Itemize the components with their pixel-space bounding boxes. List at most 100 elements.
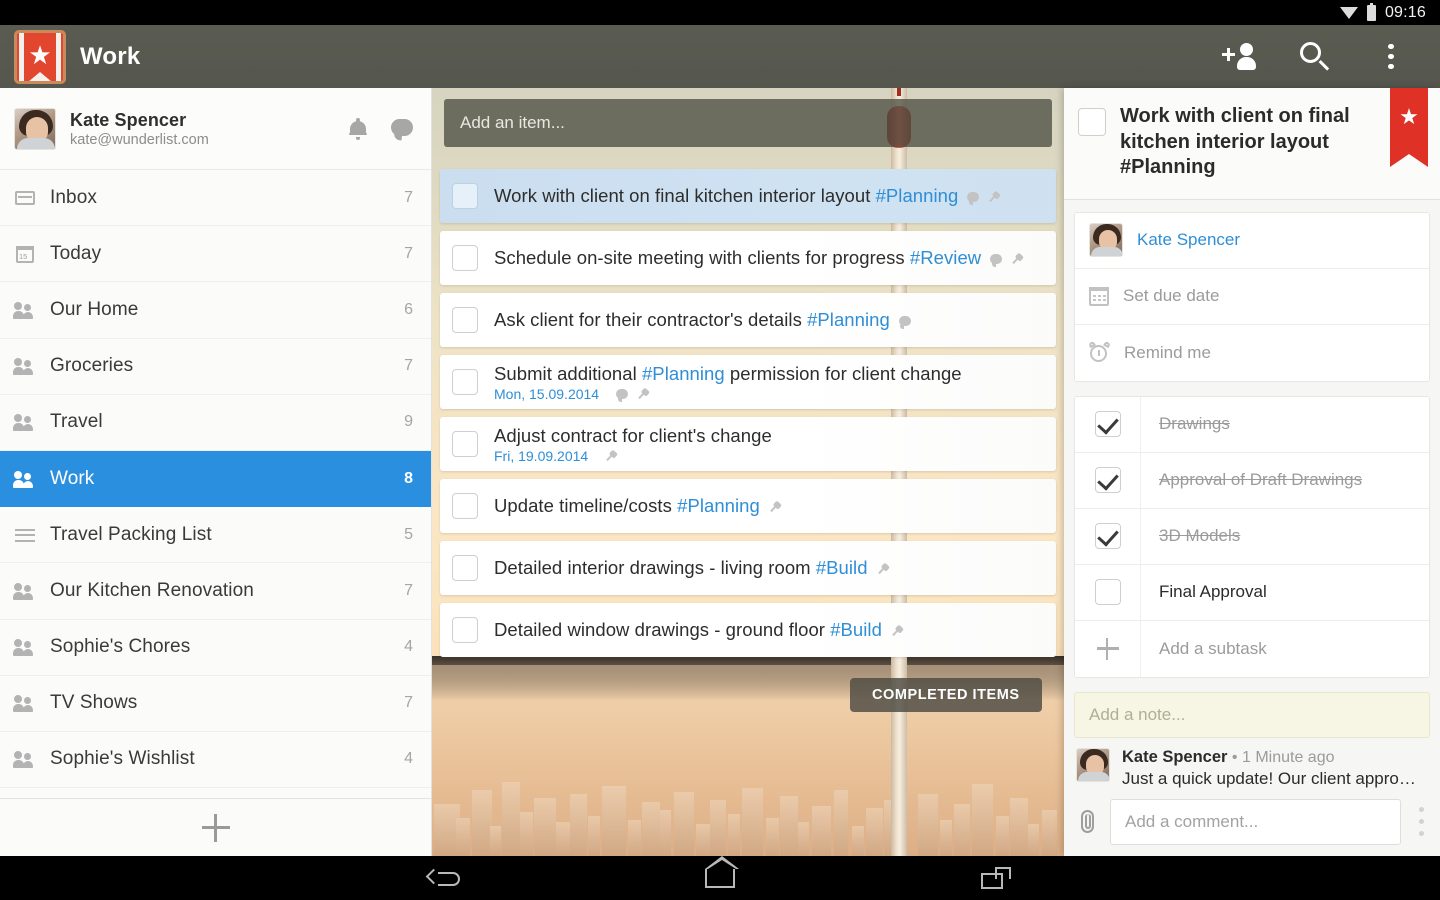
task-title: Schedule on-site meeting with clients fo… <box>494 247 1023 269</box>
task-row[interactable]: Submit additional #Planning permission f… <box>440 355 1056 409</box>
assignee-row[interactable]: Kate Spencer <box>1075 213 1429 269</box>
overflow-menu-icon <box>1388 44 1394 70</box>
task-checkbox[interactable] <box>452 493 478 519</box>
completed-items-button[interactable]: COMPLETED ITEMS <box>850 678 1042 712</box>
comment-overflow-menu-icon[interactable] <box>1411 807 1432 836</box>
subtask-row[interactable]: Approval of Draft Drawings <box>1075 453 1429 509</box>
chat-bubble-icon[interactable] <box>391 119 413 139</box>
calendar-icon: 15 <box>14 244 36 264</box>
nav-recents-button[interactable] <box>968 861 1024 895</box>
task-row[interactable]: Work with client on final kitchen interi… <box>440 169 1056 223</box>
subtask-checkbox-cell[interactable] <box>1075 453 1141 508</box>
sidebar-item-work[interactable]: Work8 <box>0 451 431 507</box>
app-root: 09:16 ★ Work <box>0 0 1440 900</box>
task-row[interactable]: Update timeline/costs #Planning <box>440 479 1056 533</box>
sidebar-item-today[interactable]: 15Today7 <box>0 226 431 282</box>
sidebar-item-label: Groceries <box>50 355 133 377</box>
star-ribbon-icon[interactable]: ★ <box>1390 88 1428 154</box>
task-meta <box>877 563 889 575</box>
task-checkbox[interactable] <box>452 369 478 395</box>
add-subtask-label: Add a subtask <box>1141 621 1267 677</box>
sidebar-item-our-home[interactable]: Our Home6 <box>0 282 431 338</box>
paperclip-icon[interactable] <box>1076 809 1100 835</box>
subtask-row[interactable]: Drawings <box>1075 397 1429 453</box>
task-row[interactable]: Adjust contract for client's changeFri, … <box>440 417 1056 471</box>
task-scroll-area[interactable]: Add an item... Work with client on final… <box>432 88 1064 856</box>
profile-text: Kate Spencer kate@wunderlist.com <box>70 110 209 148</box>
sidebar-item-label: Today <box>50 243 101 265</box>
task-checkbox[interactable] <box>452 307 478 333</box>
pin-icon <box>766 499 783 516</box>
task-row[interactable]: Schedule on-site meeting with clients fo… <box>440 231 1056 285</box>
sidebar-list-container: Inbox715Today7Our Home6Groceries7Travel9… <box>0 170 431 798</box>
nav-home-button[interactable] <box>692 861 748 895</box>
checkmark-icon[interactable] <box>1095 523 1121 549</box>
task-checkbox[interactable] <box>452 431 478 457</box>
task-title: Submit additional #Planning permission f… <box>494 363 962 385</box>
add-subtask-row[interactable]: Add a subtask <box>1075 621 1429 677</box>
sidebar-item-travel-packing-list[interactable]: Travel Packing List5 <box>0 507 431 563</box>
comment-body: Kate Spencer • 1 Minute ago Just a quick… <box>1122 748 1420 789</box>
task-tag: #Planning <box>642 363 725 384</box>
task-tag: #Planning <box>677 495 760 516</box>
detail-complete-checkbox[interactable] <box>1078 108 1106 136</box>
checkbox-icon[interactable] <box>1095 579 1121 605</box>
task-checkbox[interactable] <box>452 245 478 271</box>
add-item-input[interactable]: Add an item... <box>444 99 1052 147</box>
comment-input[interactable]: Add a comment... <box>1110 799 1401 845</box>
sidebar-item-label: Travel Packing List <box>50 524 212 546</box>
profile-row[interactable]: Kate Spencer kate@wunderlist.com <box>0 88 431 170</box>
task-text: Schedule on-site meeting with clients fo… <box>494 247 910 268</box>
search-button[interactable] <box>1292 34 1338 80</box>
task-meta <box>990 253 1023 265</box>
subtask-checkbox-cell[interactable] <box>1075 397 1141 452</box>
sidebar-item-tv-shows[interactable]: TV Shows7 <box>0 676 431 732</box>
due-date-row[interactable]: Set due date <box>1075 269 1429 325</box>
add-subtask-icon-cell[interactable] <box>1075 621 1141 677</box>
sidebar-item-groceries[interactable]: Groceries7 <box>0 339 431 395</box>
page-title: Work <box>80 43 140 71</box>
task-row[interactable]: Detailed window drawings - ground floor … <box>440 603 1056 657</box>
sidebar-item-inbox[interactable]: Inbox7 <box>0 170 431 226</box>
add-list-button[interactable] <box>0 798 431 856</box>
avatar <box>1089 223 1123 257</box>
sidebar-item-sophie-s-wishlist[interactable]: Sophie's Wishlist4 <box>0 732 431 788</box>
add-person-button[interactable] <box>1216 34 1262 80</box>
task-meta <box>605 450 617 462</box>
subtask-row[interactable]: Final Approval <box>1075 565 1429 621</box>
task-checkbox[interactable] <box>452 555 478 581</box>
people-icon <box>14 693 36 713</box>
task-text: Adjust contract for client's change <box>494 425 772 446</box>
task-checkbox[interactable] <box>452 617 478 643</box>
sidebar-item-sophie-s-chores[interactable]: Sophie's Chores4 <box>0 620 431 676</box>
subtask-checkbox-cell[interactable] <box>1075 565 1141 620</box>
sidebar-item-travel[interactable]: Travel9 <box>0 395 431 451</box>
sidebar-item-label: Travel <box>50 411 103 433</box>
pin-icon <box>874 561 891 578</box>
bell-icon[interactable] <box>349 118 367 140</box>
task-row[interactable]: Ask client for their contractor's detail… <box>440 293 1056 347</box>
battery-icon <box>1367 5 1376 21</box>
checkmark-icon[interactable] <box>1095 467 1121 493</box>
task-title: Ask client for their contractor's detail… <box>494 309 911 331</box>
sidebar-item-our-kitchen-renovation[interactable]: Our Kitchen Renovation7 <box>0 563 431 619</box>
plus-icon <box>202 814 230 842</box>
nav-back-button[interactable] <box>416 861 472 895</box>
people-icon <box>14 749 36 769</box>
checkmark-icon[interactable] <box>1095 411 1121 437</box>
overflow-menu-button[interactable] <box>1368 34 1414 80</box>
sidebar-item-count: 8 <box>404 470 413 488</box>
comment-header: Kate Spencer • 1 Minute ago <box>1122 748 1420 767</box>
task-text: Submit additional <box>494 363 642 384</box>
task-checkbox[interactable] <box>452 183 478 209</box>
back-icon <box>428 868 460 888</box>
task-row[interactable]: Detailed interior drawings - living room… <box>440 541 1056 595</box>
task-body: Update timeline/costs #Planning <box>494 495 781 517</box>
reminder-row[interactable]: Remind me <box>1075 325 1429 381</box>
subtask-row[interactable]: 3D Models <box>1075 509 1429 565</box>
note-input[interactable]: Add a note... <box>1074 692 1430 738</box>
comment-bar: Add a comment... <box>1064 793 1440 855</box>
subtask-checkbox-cell[interactable] <box>1075 509 1141 564</box>
list-icon <box>14 525 36 545</box>
task-title: Work with client on final kitchen interi… <box>494 185 1000 207</box>
